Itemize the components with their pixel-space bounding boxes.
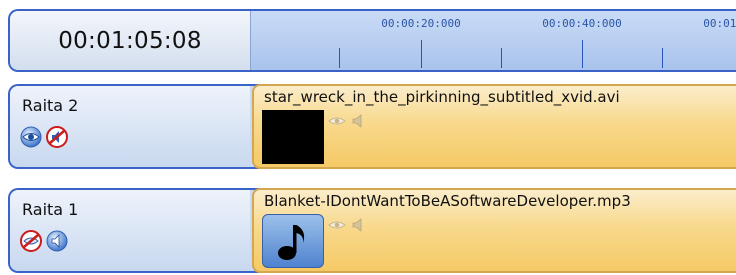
track-name: Raita 2 (22, 96, 79, 115)
ruler-scale[interactable]: 00:00:20:000 00:00:40:000 00:01:00:000 (251, 11, 736, 70)
clip-title: star_wreck_in_the_pirkinning_subtitled_x… (264, 88, 620, 106)
clip-eye-icon[interactable] (328, 115, 346, 127)
clip-speaker-icon[interactable] (352, 218, 366, 232)
speaker-icon[interactable] (46, 230, 68, 252)
audio-thumbnail (262, 214, 324, 268)
timecode-display: 00:01:05:08 (10, 11, 251, 70)
ruler-tick (501, 48, 502, 68)
clip-speaker-icon[interactable] (352, 114, 366, 128)
ruler-tick (339, 48, 340, 68)
ruler-tick (662, 48, 663, 68)
clip-title: Blanket-IDontWantToBeASoftwareDeveloper.… (264, 192, 631, 210)
ruler-tick (421, 40, 422, 68)
current-time: 00:01:05:08 (58, 27, 202, 54)
ruler-tick (582, 40, 583, 68)
track-name: Raita 1 (22, 200, 79, 219)
clip-video[interactable]: star_wreck_in_the_pirkinning_subtitled_x… (252, 84, 736, 169)
tick-label: 00:01:00:000 (703, 17, 736, 30)
music-note-icon (278, 225, 305, 260)
track-header[interactable]: Raita 1 (10, 190, 250, 271)
timeline-ruler[interactable]: 00:01:05:08 00:00:20:000 00:00:40:000 00… (8, 9, 736, 72)
eye-icon[interactable] (20, 126, 42, 148)
track-raita-1[interactable]: Raita 1 Blanket-IDontWantToBeASoftwareDe (8, 188, 736, 273)
video-thumbnail (262, 110, 324, 164)
track-raita-2[interactable]: Raita 2 star_wreck_in_the_pirkinning_sub… (8, 84, 736, 169)
audio-muted-icon[interactable] (46, 126, 68, 148)
track-header[interactable]: Raita 2 (10, 86, 250, 167)
tick-label: 00:00:40:000 (542, 17, 622, 30)
clip-audio[interactable]: Blanket-IDontWantToBeASoftwareDeveloper.… (252, 188, 736, 273)
clip-eye-icon[interactable] (328, 219, 346, 231)
eye-hidden-icon[interactable] (20, 230, 42, 252)
tick-label: 00:00:20:000 (381, 17, 461, 30)
